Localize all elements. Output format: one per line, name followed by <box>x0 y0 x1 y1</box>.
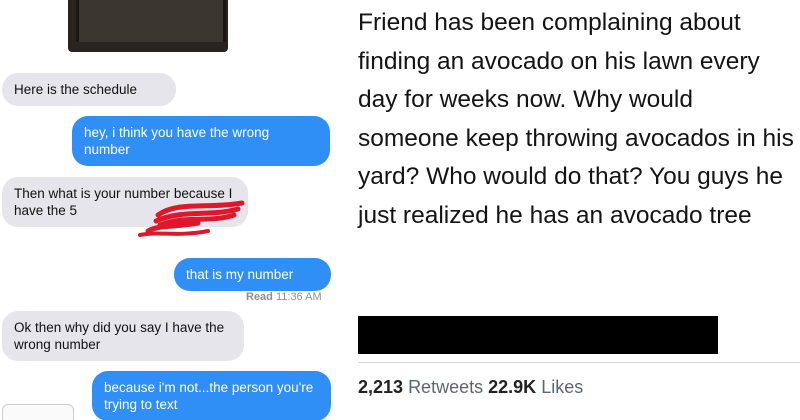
tweet-screenshot: Friend has been complaining about findin… <box>350 0 800 420</box>
message-input-edge[interactable] <box>2 404 74 420</box>
message-screenshot: Here is the schedule hey, i think you ha… <box>0 0 340 420</box>
message-text: Then what is your number because I have … <box>14 186 233 218</box>
message-text: that is my number <box>186 267 294 282</box>
tweet-stats: 2,213 Retweets 22.9K Likes <box>358 377 583 398</box>
message-text: Here is the schedule <box>14 82 138 97</box>
sent-message-bubble[interactable]: that is my number <box>174 258 331 291</box>
attached-photo[interactable] <box>68 0 228 52</box>
read-receipt: Read 11:36 AM <box>246 291 322 303</box>
likes-label[interactable]: Likes <box>541 377 583 397</box>
likes-count[interactable]: 22.9K <box>488 377 536 397</box>
retweets-count[interactable]: 2,213 <box>358 377 403 397</box>
sent-message-bubble[interactable]: hey, i think you have the wrong number <box>72 116 330 166</box>
message-text: hey, i think you have the wrong number <box>84 125 270 157</box>
panel-divider <box>342 0 350 420</box>
message-text: because i'm not...the person you're tryi… <box>104 380 314 412</box>
received-message-bubble[interactable]: Here is the schedule <box>2 73 176 106</box>
received-message-bubble[interactable]: Ok then why did you say I have the wrong… <box>2 311 244 361</box>
photo-content <box>76 0 226 42</box>
received-message-bubble[interactable]: Then what is your number because I have … <box>2 177 248 227</box>
read-time: 11:36 AM <box>275 291 322 303</box>
tweet-divider <box>358 362 800 363</box>
read-label: Read <box>246 291 273 303</box>
sent-message-bubble[interactable]: because i'm not...the person you're tryi… <box>92 371 331 420</box>
redaction-bar <box>358 316 718 354</box>
retweets-label[interactable]: Retweets <box>408 377 483 397</box>
message-text: Ok then why did you say I have the wrong… <box>14 320 225 352</box>
tweet-text: Friend has been complaining about findin… <box>358 9 794 229</box>
